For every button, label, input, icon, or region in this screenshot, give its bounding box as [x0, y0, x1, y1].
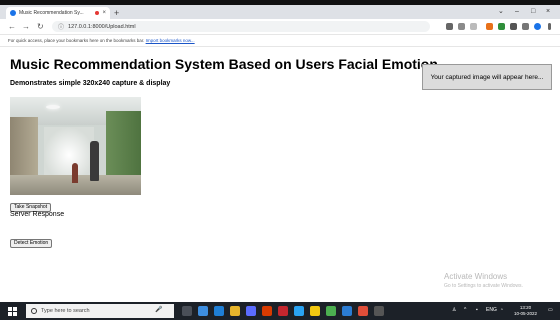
- store-icon[interactable]: [246, 306, 256, 316]
- watermark-subtitle: Go to Settings to activate Windows.: [444, 283, 523, 289]
- tab-title: Music Recommendation Sy...: [19, 10, 84, 16]
- extension-shield-icon[interactable]: [498, 23, 505, 30]
- maximize-button[interactable]: □: [531, 8, 535, 16]
- site-info-icon[interactable]: ⓘ: [58, 22, 64, 31]
- photos-icon[interactable]: [294, 306, 304, 316]
- import-bookmarks-link[interactable]: Import bookmarks now...: [146, 38, 195, 43]
- bookmarks-message: For quick access, place your bookmarks h…: [8, 38, 145, 43]
- search-icon: [31, 308, 37, 314]
- profile-avatar-icon[interactable]: [534, 23, 541, 30]
- tab-close-icon[interactable]: ×: [102, 10, 106, 16]
- notes-icon[interactable]: [310, 306, 320, 316]
- camera-dark-figure: [90, 141, 99, 181]
- windows-taskbar: Type here to search 🎤 ♙ ^ ▪ ENG ◔ 13:20 …: [0, 302, 560, 320]
- edge-icon[interactable]: [214, 306, 224, 316]
- tray-app-icon[interactable]: ▪: [476, 307, 478, 313]
- address-bar[interactable]: ⓘ 127.0.0.1:8000/Upload.html: [52, 21, 430, 32]
- bookmarks-bar: For quick access, place your bookmarks h…: [0, 35, 560, 47]
- media-icon[interactable]: [278, 306, 288, 316]
- camera-preview: [10, 97, 141, 195]
- detect-emotion-button[interactable]: Detect Emotion: [10, 239, 53, 248]
- camera-ceiling-lamp: [46, 105, 60, 109]
- tab-favicon-icon: [10, 10, 16, 16]
- tray-language[interactable]: ENG: [486, 307, 497, 313]
- recording-indicator-icon: [95, 11, 100, 15]
- tray-expand-icon[interactable]: ^: [464, 307, 466, 313]
- bookmark-star-icon[interactable]: [470, 23, 477, 30]
- camera-person: [72, 163, 78, 183]
- taskbar-search-box[interactable]: Type here to search: [26, 304, 174, 318]
- chrome-icon[interactable]: [326, 306, 336, 316]
- windows-start-icon[interactable]: [8, 307, 17, 316]
- extension-fox-icon[interactable]: [486, 23, 493, 30]
- clock-date: 10-05-2022: [514, 311, 538, 316]
- file-explorer-icon[interactable]: [230, 306, 240, 316]
- microphone-icon[interactable]: 🎤: [155, 306, 162, 313]
- office-icon[interactable]: [262, 306, 272, 316]
- extensions-puzzle-icon[interactable]: [510, 23, 517, 30]
- browser-tab[interactable]: Music Recommendation Sy... ×: [6, 7, 110, 19]
- address-url: 127.0.0.1:8000/Upload.html: [68, 23, 136, 30]
- task-view-icon[interactable]: [182, 306, 192, 316]
- share-icon[interactable]: [458, 23, 465, 30]
- taskbar-clock[interactable]: 13:20 10-05-2022: [514, 305, 537, 317]
- browser-tab-strip: Music Recommendation Sy... × + ⌄ – □ ×: [0, 5, 560, 19]
- watermark-title: Activate Windows: [444, 272, 508, 281]
- new-tab-button[interactable]: +: [114, 8, 119, 18]
- forward-button[interactable]: →: [22, 21, 30, 32]
- app-icon-red[interactable]: [358, 306, 368, 316]
- captured-image-placeholder: Your captured image will appear here...: [422, 64, 552, 90]
- camera-in-use-icon[interactable]: [446, 23, 453, 30]
- tray-person-icon[interactable]: ♙: [452, 307, 456, 313]
- taskbar-search-placeholder: Type here to search: [41, 308, 90, 314]
- activate-windows-watermark: Activate Windows Go to Settings to activ…: [444, 272, 523, 289]
- page-subtitle: Demonstrates simple 320x240 capture & di…: [10, 80, 171, 87]
- browser-toolbar: ← → ↻ ⓘ 127.0.0.1:8000/Upload.html: [0, 19, 560, 35]
- page-title: Music Recommendation System Based on Use…: [10, 56, 438, 72]
- wifi-icon[interactable]: ◔: [500, 307, 503, 313]
- terminal-icon[interactable]: [374, 306, 384, 316]
- tab-search-dropdown-icon[interactable]: ⌄: [498, 8, 504, 16]
- reload-button[interactable]: ↻: [37, 21, 44, 32]
- browser-menu-icon[interactable]: [548, 23, 551, 30]
- window-close-button[interactable]: ×: [546, 8, 550, 16]
- word-icon[interactable]: [342, 306, 352, 316]
- notifications-icon[interactable]: ▭: [548, 307, 553, 313]
- back-button[interactable]: ←: [8, 21, 16, 32]
- server-response-label: Server Response: [10, 211, 65, 218]
- widgets-icon[interactable]: [198, 306, 208, 316]
- side-panel-icon[interactable]: [522, 23, 529, 30]
- minimize-button[interactable]: –: [515, 8, 519, 16]
